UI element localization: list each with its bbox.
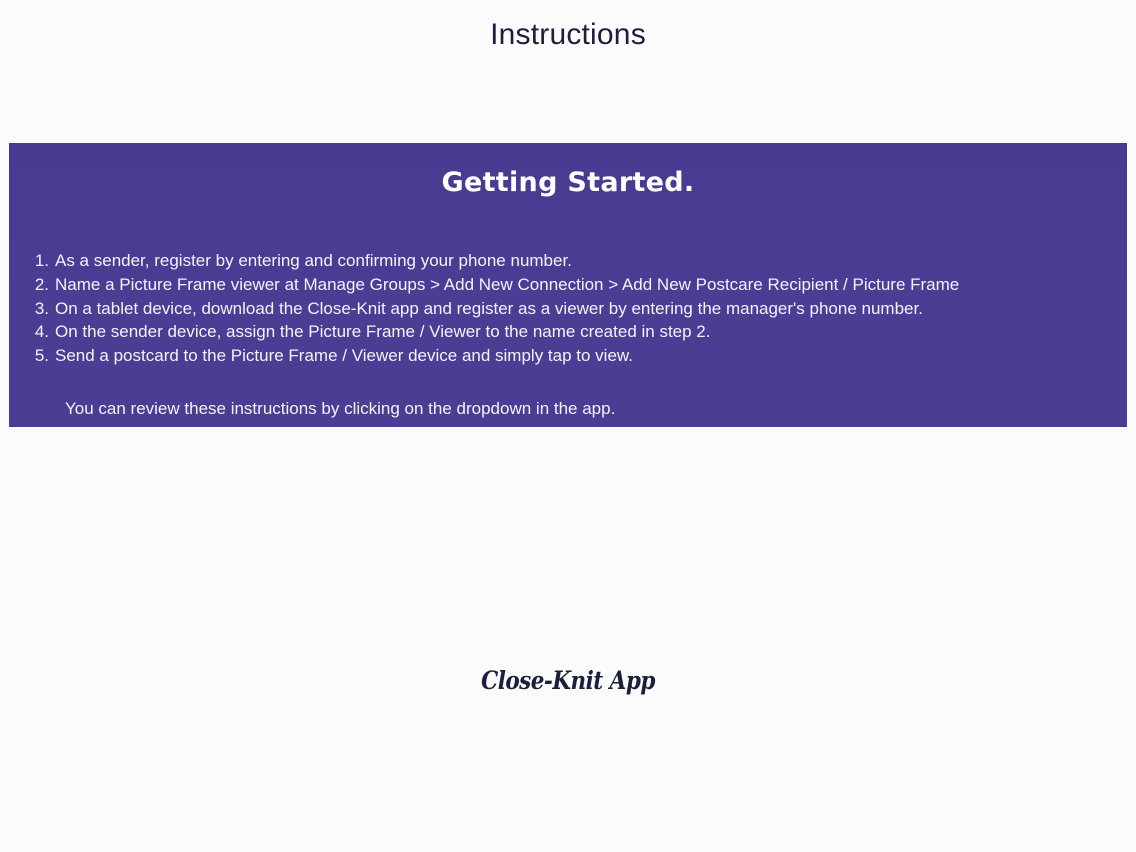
step-text: On the sender device, assign the Picture…: [55, 322, 711, 342]
step-number: 3.: [34, 298, 49, 318]
page-title: Instructions: [490, 18, 646, 51]
step-text: As a sender, register by entering and co…: [55, 251, 572, 270]
step-text: On a tablet device, download the Close-K…: [55, 298, 923, 318]
footer-brand-logo: Close-Knit App: [481, 666, 655, 695]
steps-list: 1. As a sender, register by entering and…: [31, 249, 1111, 368]
list-item: 4. On the sender device, assign the Pict…: [31, 320, 1111, 344]
step-number: 2.: [34, 274, 49, 294]
step-number: 5.: [34, 346, 49, 366]
review-note: You can review these instructions by cli…: [65, 399, 616, 418]
step-number: 4.: [34, 322, 49, 342]
step-text: Name a Picture Frame viewer at Manage Gr…: [55, 274, 960, 294]
step-number: 1.: [34, 251, 49, 270]
list-item: 1. As a sender, register by entering and…: [31, 249, 1111, 273]
getting-started-panel: Getting Started. 1. As a sender, registe…: [9, 143, 1127, 427]
panel-heading: Getting Started.: [441, 167, 695, 198]
list-item: 2. Name a Picture Frame viewer at Manage…: [31, 273, 1111, 297]
step-text: Send a postcard to the Picture Frame / V…: [55, 346, 633, 366]
list-item: 5. Send a postcard to the Picture Frame …: [31, 344, 1111, 368]
list-item: 3. On a tablet device, download the Clos…: [31, 297, 1111, 321]
